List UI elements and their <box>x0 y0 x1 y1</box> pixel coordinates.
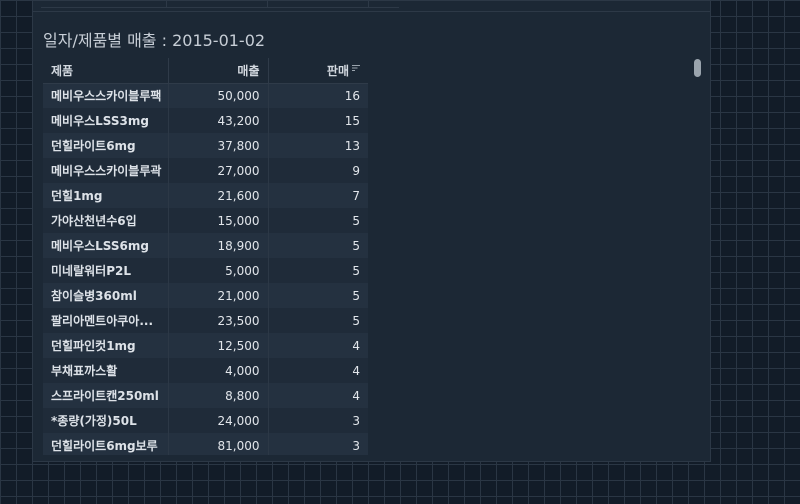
cell-product: 메비우스LSS3mg <box>43 108 169 133</box>
cell-product: 미네랄워터P2L <box>43 258 169 283</box>
cell-sales: 21,600 <box>168 183 269 208</box>
cell-qty: 13 <box>268 133 368 158</box>
cell-sales: 50,000 <box>168 83 269 108</box>
cell-qty: 4 <box>268 383 368 408</box>
cell-sales: 27,000 <box>168 158 269 183</box>
cell-sales: 18,900 <box>168 233 269 258</box>
cell-product: 던힐라이트6mg보루 <box>43 433 169 455</box>
table-row[interactable]: *종량(가정)50L 24,000 3 <box>43 408 368 433</box>
table-row[interactable]: 팔리아멘트아쿠아... 23,500 5 <box>43 308 368 333</box>
cell-product: *종량(가정)50L <box>43 408 169 433</box>
sort-descending-icon[interactable] <box>352 64 360 72</box>
table-row[interactable]: 부채표까스활 4,000 4 <box>43 358 368 383</box>
cell-sales: 23,500 <box>168 308 269 333</box>
cell-product: 메비우스스카이블루팩 <box>43 83 169 108</box>
cell-product: 참이슬병360ml <box>43 283 169 308</box>
cell-qty: 4 <box>268 333 368 358</box>
cell-product: 메비우스LSS6mg <box>43 233 169 258</box>
column-header-qty[interactable]: 판매 <box>268 58 368 84</box>
table-row[interactable]: 던힐1mg 21,600 7 <box>43 183 368 208</box>
cell-qty: 3 <box>268 408 368 433</box>
table-row[interactable]: 참이슬병360ml 21,000 5 <box>43 283 368 308</box>
cell-product: 스프라이트캔250ml <box>43 383 169 408</box>
cell-sales: 37,800 <box>168 133 269 158</box>
vertical-scrollbar-thumb[interactable] <box>694 59 701 77</box>
table-row[interactable]: 가야산천년수6입 15,000 5 <box>43 208 368 233</box>
cell-qty: 5 <box>268 258 368 283</box>
column-header-qty-label: 판매 <box>326 63 349 78</box>
cell-sales: 24,000 <box>168 408 269 433</box>
table-row[interactable]: 메비우스LSS6mg 18,900 5 <box>43 233 368 258</box>
cell-sales: 43,200 <box>168 108 269 133</box>
widget-divider <box>33 11 710 12</box>
cell-qty: 5 <box>268 208 368 233</box>
cell-product: 팔리아멘트아쿠아... <box>43 308 169 333</box>
cell-qty: 5 <box>268 233 368 258</box>
cell-qty: 9 <box>268 158 368 183</box>
column-header-product-label: 제품 <box>51 63 74 78</box>
cell-qty: 4 <box>268 358 368 383</box>
cell-sales: 21,000 <box>168 283 269 308</box>
table-row[interactable]: 메비우스스카이블루팩 50,000 16 <box>43 83 368 108</box>
cell-product: 메비우스스카이블루곽 <box>43 158 169 183</box>
cell-sales: 12,500 <box>168 333 269 358</box>
cell-sales: 15,000 <box>168 208 269 233</box>
cell-product: 던힐라이트6mg <box>43 133 169 158</box>
sales-table: 제품 매출 판매 메비우스스카이블루팩 50,000 16 메비우스LSS3mg 43,… <box>43 58 368 455</box>
table-scroll-area[interactable]: 제품 매출 판매 메비우스스카이블루팩 50,000 16 메비우스LSS3mg 43,… <box>43 58 368 455</box>
cell-sales: 5,000 <box>168 258 269 283</box>
cell-sales: 81,000 <box>168 433 269 455</box>
cell-qty: 3 <box>268 433 368 455</box>
cell-product: 부채표까스활 <box>43 358 169 383</box>
widget-title: 일자/제품별 매출 : 2015-01-02 <box>43 31 266 50</box>
table-row[interactable]: 메비우스스카이블루곽 27,000 9 <box>43 158 368 183</box>
cell-qty: 15 <box>268 108 368 133</box>
table-row[interactable]: 스프라이트캔250ml 8,800 4 <box>43 383 368 408</box>
cell-qty: 5 <box>268 283 368 308</box>
table-row[interactable]: 던힐라이트6mg 37,800 13 <box>43 133 368 158</box>
cell-product: 가야산천년수6입 <box>43 208 169 233</box>
table-header-row: 제품 매출 판매 <box>43 58 368 84</box>
table-row[interactable]: 던힐파인컷1mg 12,500 4 <box>43 333 368 358</box>
cell-product: 던힐파인컷1mg <box>43 333 169 358</box>
column-header-sales[interactable]: 매출 <box>168 58 269 84</box>
table-row[interactable]: 던힐라이트6mg보루 81,000 3 <box>43 433 368 455</box>
column-header-product[interactable]: 제품 <box>43 58 169 84</box>
table-widget: 일자/제품별 매출 : 2015-01-02 제품 매출 판매 메비우스스카이블… <box>32 0 711 462</box>
cell-product: 던힐1mg <box>43 183 169 208</box>
cell-sales: 4,000 <box>168 358 269 383</box>
table-row[interactable]: 메비우스LSS3mg 43,200 15 <box>43 108 368 133</box>
cell-qty: 7 <box>268 183 368 208</box>
table-row[interactable]: 미네랄워터P2L 5,000 5 <box>43 258 368 283</box>
cell-sales: 8,800 <box>168 383 269 408</box>
cell-qty: 5 <box>268 308 368 333</box>
column-header-sales-label: 매출 <box>237 63 260 78</box>
cell-qty: 16 <box>268 83 368 108</box>
previous-table-bottom <box>41 1 399 8</box>
